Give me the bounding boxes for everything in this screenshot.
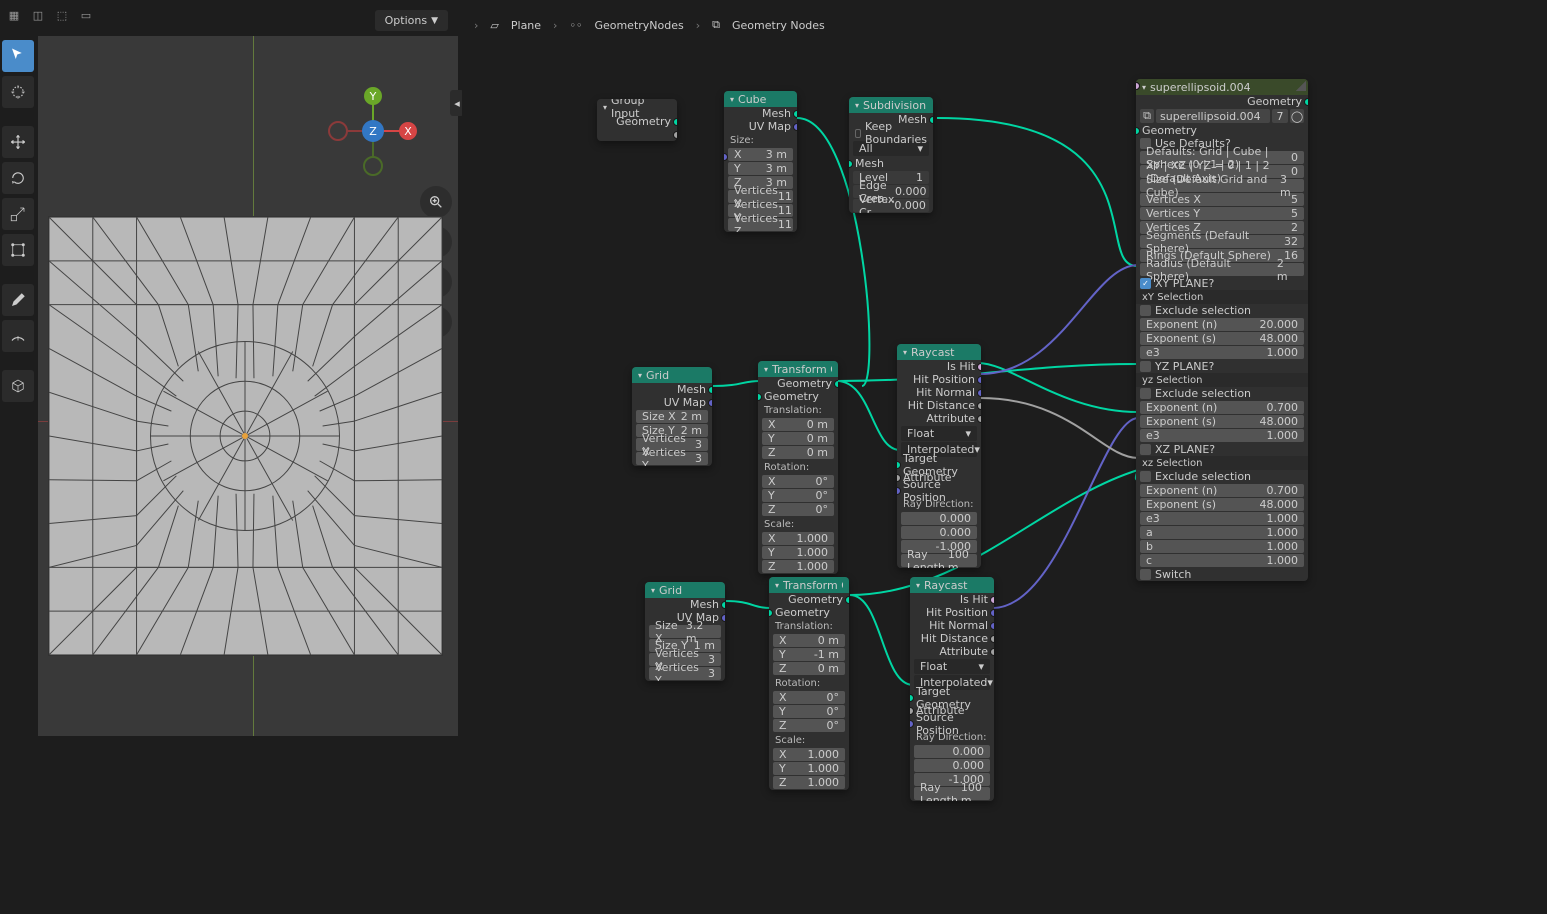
chevron-right-icon: › <box>696 19 700 32</box>
chevron-down-icon: ▾ <box>764 365 768 374</box>
mode-icon-4[interactable]: ▭ <box>76 5 96 25</box>
node-transform-2[interactable]: ▾Transform Geometry Geometry Geometry Tr… <box>769 577 849 790</box>
mesh-preview <box>48 216 443 656</box>
checkbox[interactable] <box>1140 569 1151 580</box>
node-grid-2[interactable]: ▾Grid Mesh UV Map Size X3.2 m Size Y1 m … <box>645 582 725 681</box>
node-transform-1[interactable]: ▾Transform Geometry Geometry Geometry Tr… <box>758 361 838 574</box>
viewport-options-button[interactable]: Options▼ <box>375 10 448 31</box>
left-toolbar <box>2 40 34 402</box>
chevron-right-icon: › <box>474 19 478 32</box>
breadcrumb-modifier[interactable]: GeometryNodes <box>594 19 683 32</box>
checkbox[interactable] <box>1140 444 1151 455</box>
breadcrumb-nodetree[interactable]: Geometry Nodes <box>732 19 825 32</box>
tool-move[interactable] <box>2 126 34 158</box>
checkbox[interactable] <box>1140 471 1151 482</box>
viewport-3d[interactable]: Options▼ ◂ X Y Z <box>38 36 458 736</box>
chevron-down-icon: ▾ <box>1142 83 1146 92</box>
tool-add-cube[interactable] <box>2 370 34 402</box>
checkbox-checked[interactable]: ✓ <box>1140 278 1151 289</box>
top-mode-icons: ▦ ◫ ⬚ ▭ <box>0 0 100 30</box>
tool-rotate[interactable] <box>2 162 34 194</box>
breadcrumb: › ▱ Plane › ◦◦ GeometryNodes › ⧉ Geometr… <box>474 18 825 32</box>
breadcrumb-object[interactable]: Plane <box>511 19 541 32</box>
node-group-input[interactable]: ▾Group Input Geometry <box>597 99 677 141</box>
tool-transform[interactable] <box>2 234 34 266</box>
checkbox[interactable] <box>1140 361 1151 372</box>
mode-icon-1[interactable]: ▦ <box>4 5 24 25</box>
nodetree-icon: ⧉ <box>712 18 720 32</box>
chevron-down-icon: ▾ <box>638 371 642 380</box>
svg-text:Y: Y <box>369 90 377 103</box>
svg-text:Z: Z <box>369 125 377 138</box>
chevron-down-icon: ▾ <box>903 348 907 357</box>
nodegroup-name-field[interactable]: superellipsoid.004 <box>1156 109 1270 123</box>
resize-icon[interactable] <box>1296 81 1306 91</box>
checkbox[interactable] <box>1140 388 1151 399</box>
chevron-down-icon: ▾ <box>916 581 920 590</box>
node-raycast-1[interactable]: ▾Raycast Is Hit Hit Position Hit Normal … <box>897 344 981 568</box>
mode-icon-3[interactable]: ⬚ <box>52 5 72 25</box>
tool-scale[interactable] <box>2 198 34 230</box>
modifier-icon: ◦◦ <box>569 19 582 32</box>
users-count[interactable]: 7 <box>1272 109 1288 123</box>
zoom-icon[interactable] <box>420 186 452 218</box>
chevron-down-icon: ▾ <box>651 586 655 595</box>
nodetree-icon[interactable]: ⧉ <box>1140 109 1154 123</box>
chevron-down-icon: ▾ <box>603 103 607 112</box>
chevron-down-icon: ▾ <box>855 101 859 110</box>
checkbox[interactable] <box>1140 305 1151 316</box>
tool-cursor[interactable] <box>2 76 34 108</box>
shield-icon[interactable]: ◯ <box>1290 109 1304 123</box>
node-superellipsoid[interactable]: ▾superellipsoid.004 Geometry ⧉ superelli… <box>1136 79 1308 581</box>
chevron-down-icon: ▾ <box>730 95 734 104</box>
mode-icon-2[interactable]: ◫ <box>28 5 48 25</box>
tool-annotate[interactable] <box>2 284 34 316</box>
svg-text:X: X <box>404 125 412 138</box>
chevron-down-icon: ▾ <box>775 581 779 590</box>
node-editor[interactable]: ▾Group Input Geometry ▾Cube Mesh UV Map … <box>462 40 1547 914</box>
node-raycast-2[interactable]: ▾Raycast Is Hit Hit Position Hit Normal … <box>910 577 994 801</box>
node-wires <box>462 40 1547 914</box>
node-subdivision-surface[interactable]: ▾Subdivision Surface Mesh Keep Boundarie… <box>849 97 933 213</box>
chevron-right-icon: › <box>553 19 557 32</box>
tool-select[interactable] <box>2 40 34 72</box>
axis-gizmo[interactable]: X Y Z <box>328 86 418 176</box>
tool-measure[interactable] <box>2 320 34 352</box>
node-grid-1[interactable]: ▾Grid Mesh UV Map Size X2 m Size Y2 m Ve… <box>632 367 712 466</box>
plane-icon: ▱ <box>490 19 498 32</box>
node-cube[interactable]: ▾Cube Mesh UV Map Size: X3 m Y3 m Z3 m V… <box>724 91 797 232</box>
